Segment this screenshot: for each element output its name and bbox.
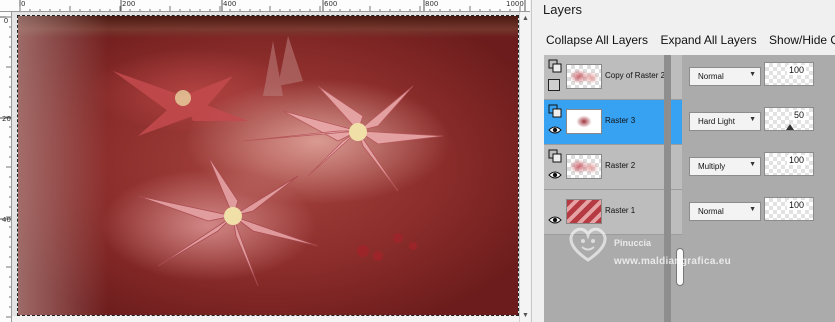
blend-mode-value: Hard Light (698, 117, 735, 126)
visibility-toggle-hidden-icon[interactable] (548, 79, 560, 91)
layer-props-row: Hard Light ▼ 50 (682, 100, 835, 145)
heart-logo-icon (569, 227, 607, 262)
layer-row-raster-3[interactable]: Raster 3 (544, 100, 682, 145)
ruler-label: 200 (122, 0, 136, 8)
show-hide-quick-button[interactable]: Show/Hide Quick (769, 33, 835, 47)
opacity-slider[interactable]: 100 (764, 197, 814, 221)
layer-properties: Normal ▼ 100 Hard Light ▼ 50 Multiply ▼ … (682, 55, 835, 235)
layer-name: Raster 1 (605, 206, 636, 215)
opacity-slider[interactable]: 100 (764, 62, 814, 86)
ruler-label: 400 (2, 216, 11, 224)
layer-thumbnail (566, 64, 602, 89)
layer-name: Raster 3 (605, 116, 636, 125)
chevron-down-icon: ▼ (749, 161, 756, 168)
chevron-down-icon: ▼ (749, 71, 756, 78)
layers-list-area: Copy of Raster 2 Raster 3 Raster 2 Raste… (544, 55, 835, 322)
layer-name: Raster 2 (605, 161, 636, 170)
chevron-down-icon: ▼ (749, 116, 756, 123)
ruler-ticks (19, 0, 526, 11)
blend-mode-select[interactable]: Hard Light ▼ (689, 112, 761, 131)
opacity-slider[interactable]: 100 (764, 152, 814, 176)
scroll-up-icon[interactable]: ▲ (521, 14, 530, 23)
watermark: Pinuccia www.maldiangrafica.eu (566, 222, 781, 272)
layer-thumbnail (566, 154, 602, 179)
ruler-label: 800 (425, 0, 439, 8)
layer-row-raster-2[interactable]: Raster 2 (544, 145, 682, 190)
blend-mode-value: Normal (698, 72, 724, 81)
opacity-slider[interactable]: 50 (764, 107, 814, 131)
layer-name: Copy of Raster 2 (605, 71, 666, 80)
ruler-label: 1000 (506, 0, 524, 8)
layer-stack-icon (548, 59, 562, 73)
chevron-down-icon: ▼ (749, 206, 756, 213)
watermark-url: www.maldiangrafica.eu (614, 256, 732, 267)
poinsettia-artwork (18, 16, 518, 315)
layer-list: Copy of Raster 2 Raster 3 Raster 2 Raste… (544, 55, 682, 235)
image-canvas[interactable] (17, 15, 519, 316)
layer-props-row: Normal ▼ 100 (682, 55, 835, 100)
blend-mode-select[interactable]: Normal ▼ (689, 202, 761, 221)
vertical-scrollbar[interactable]: ▲ ▼ (519, 12, 530, 322)
layer-thumbnail (566, 199, 602, 224)
ruler-label: 400 (223, 0, 237, 8)
collapse-all-layers-button[interactable]: Collapse All Layers (546, 33, 648, 47)
layer-stack-icon (548, 149, 562, 163)
scroll-down-icon[interactable]: ▼ (521, 311, 530, 320)
poinsettia-flowers (113, 36, 444, 287)
watermark-name: Pinuccia (614, 238, 652, 248)
expand-all-layers-button[interactable]: Expand All Layers (661, 33, 757, 47)
ruler-label: 600 (324, 0, 338, 8)
opacity-value: 100 (786, 200, 806, 210)
eye-icon[interactable] (548, 168, 562, 182)
blend-mode-select[interactable]: Multiply ▼ (689, 157, 761, 176)
opacity-pointer-icon[interactable] (786, 124, 794, 130)
eye-icon[interactable] (548, 123, 562, 137)
panel-title: Layers (543, 2, 583, 17)
layer-thumbnail (566, 109, 602, 134)
horizontal-ruler: 0 200 400 600 800 1000 (0, 0, 530, 12)
layer-row-copy-of-raster-2[interactable]: Copy of Raster 2 (544, 55, 682, 100)
blend-mode-select[interactable]: Normal ▼ (689, 67, 761, 86)
layers-toolbar: Collapse All Layers Expand All Layers Sh… (546, 31, 835, 47)
opacity-value: 50 (791, 110, 806, 120)
opacity-value: 100 (786, 65, 806, 75)
blend-mode-value: Normal (698, 207, 724, 216)
ruler-label: 0 (3, 17, 9, 25)
horizontal-scrollbar[interactable] (12, 316, 519, 322)
ruler-label: 0 (21, 0, 26, 8)
blend-mode-value: Multiply (698, 162, 726, 171)
opacity-value: 100 (786, 155, 806, 165)
vertical-ruler: 0 200 400 (0, 12, 12, 322)
image-workspace: 0 200 400 600 800 1000 0 200 400 (0, 0, 530, 322)
layer-stack-icon (548, 104, 562, 118)
app-window: 0 200 400 600 800 1000 0 200 400 (0, 0, 835, 322)
eye-icon[interactable] (548, 213, 562, 227)
ruler-label: 200 (2, 115, 11, 123)
ruler-ticks (0, 16, 11, 318)
panel-splitter[interactable] (664, 55, 671, 322)
layer-props-row: Multiply ▼ 100 (682, 145, 835, 190)
